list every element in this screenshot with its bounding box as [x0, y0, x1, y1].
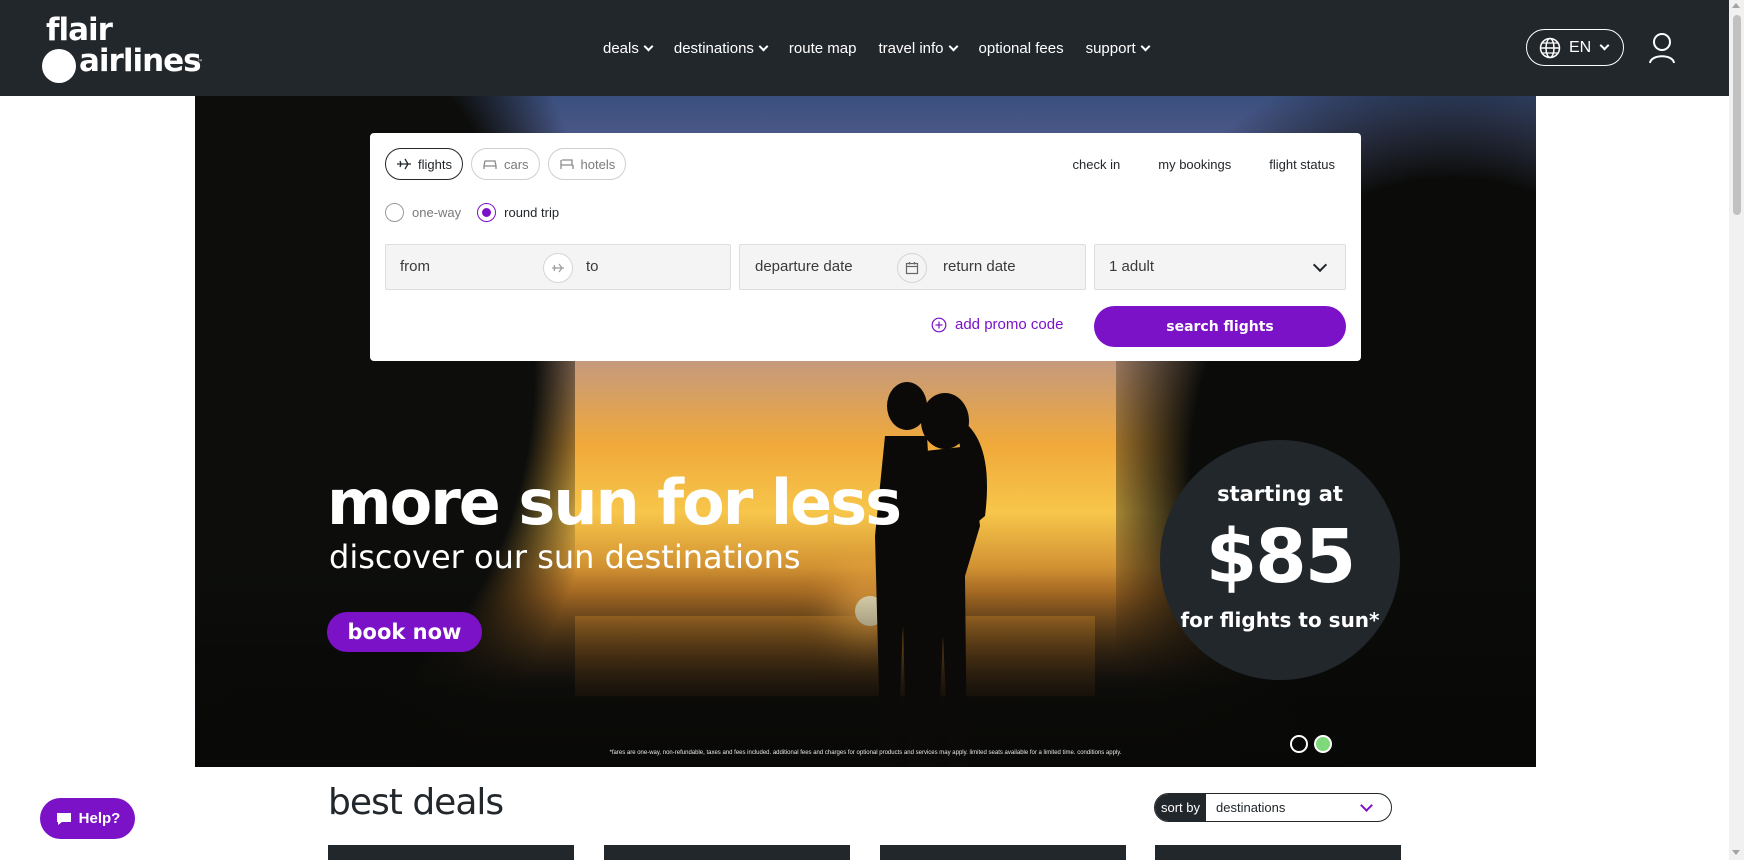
passengers-dropdown[interactable]: 1 adult: [1094, 244, 1346, 290]
main-nav: deals destinations route map travel info…: [603, 36, 1171, 60]
deal-card[interactable]: [880, 845, 1126, 860]
tab-hotels-label: hotels: [580, 156, 616, 172]
tab-cars-label: cars: [503, 156, 529, 172]
booking-quick-links: check in my bookings flight status: [1073, 157, 1335, 172]
calendar-glyph-icon: [905, 262, 919, 275]
nav-destinations-label: destinations: [673, 39, 754, 57]
car-icon: [483, 160, 497, 169]
chevron-down-icon: [948, 41, 958, 51]
chevron-down-icon: [758, 41, 769, 51]
one-way-label: one-way: [412, 205, 462, 220]
help-label: Help?: [78, 810, 121, 827]
user-icon: [1649, 33, 1675, 64]
nav-travel-info-label: travel info: [878, 39, 944, 57]
dates-field: departure date return date: [739, 244, 1086, 290]
account-button[interactable]: [1648, 32, 1676, 68]
nav-route-map-label: route map: [788, 39, 857, 57]
best-deals-heading: best deals: [328, 782, 504, 823]
tab-flights[interactable]: flights: [385, 148, 463, 180]
language-selector[interactable]: EN: [1526, 29, 1624, 66]
scroll-up-arrow-icon[interactable]: [1732, 3, 1740, 8]
chevron-down-icon: [1599, 40, 1610, 51]
hero-subheadline: discover our sun destinations: [329, 538, 801, 576]
booking-type-tabs: flights cars hotels: [385, 148, 627, 180]
chevron-down-icon: [1360, 799, 1373, 812]
deal-card[interactable]: [1155, 845, 1401, 860]
logo-dot: [42, 49, 76, 83]
round-trip-radio[interactable]: round trip: [477, 203, 559, 222]
scrollbar-thumb[interactable]: [1733, 15, 1741, 215]
globe-icon: [1539, 37, 1561, 58]
chevron-down-icon: [1312, 257, 1328, 273]
logo-trademark: ™: [197, 59, 203, 66]
badge-price: $85: [1205, 514, 1356, 600]
fare-disclaimer: *fares are one-way, non-refundable, taxe…: [609, 750, 1122, 756]
tab-hotels[interactable]: hotels: [547, 148, 627, 180]
chevron-down-icon: [643, 41, 654, 51]
tab-flights-label: flights: [418, 156, 452, 172]
one-way-radio[interactable]: one-way: [385, 203, 461, 222]
round-trip-label: round trip: [504, 205, 560, 220]
nav-support-label: support: [1085, 39, 1136, 57]
return-date-input[interactable]: return date: [943, 258, 1016, 275]
nav-optional-fees[interactable]: optional fees: [979, 36, 1064, 60]
plane-swap-icon: [552, 263, 564, 273]
departure-date-input[interactable]: departure date: [755, 258, 853, 275]
calendar-icon[interactable]: [897, 253, 927, 283]
trip-type-selector: one-way round trip: [385, 203, 559, 222]
passengers-value: 1 adult: [1109, 258, 1155, 275]
sort-by-label: sort by: [1155, 794, 1207, 821]
nav-deals[interactable]: deals: [603, 36, 654, 60]
promo-label: add promo code: [955, 316, 1064, 333]
add-promo-code-link[interactable]: add promo code: [931, 316, 1063, 333]
scroll-down-arrow-icon[interactable]: [1732, 850, 1740, 855]
swap-route-button[interactable]: [543, 253, 573, 283]
badge-flights-to-sun: for flights to sun*: [1180, 608, 1380, 632]
sort-by-dropdown[interactable]: sort by destinations: [1154, 793, 1392, 822]
nav-destinations[interactable]: destinations: [673, 36, 769, 60]
nav-support[interactable]: support: [1085, 36, 1151, 60]
help-chat-button[interactable]: Help?: [40, 798, 135, 839]
badge-starting-at: starting at: [1217, 482, 1343, 506]
top-navigation-bar: flair airlines ™ deals destinations rout…: [0, 0, 1729, 96]
sort-by-value: destinations: [1216, 800, 1286, 815]
deal-card[interactable]: [328, 845, 574, 860]
nav-optional-fees-label: optional fees: [978, 39, 1064, 57]
nav-route-map[interactable]: route map: [789, 36, 857, 60]
plus-circle-icon: [931, 317, 947, 332]
tab-cars[interactable]: cars: [470, 148, 540, 180]
from-input[interactable]: from: [400, 258, 430, 275]
nav-deals-label: deals: [603, 39, 639, 57]
logo-text-airlines: airlines: [79, 43, 202, 79]
radio-circle: [385, 203, 404, 222]
search-flights-button[interactable]: search flights: [1094, 306, 1346, 347]
flight-status-link[interactable]: flight status: [1269, 157, 1335, 172]
couple-silhouette-image: [875, 382, 987, 766]
check-in-link[interactable]: check in: [1073, 157, 1121, 172]
flight-search-card: flights cars hotels check in my bookings…: [370, 133, 1361, 361]
hero-headline: more sun for less: [327, 466, 902, 539]
radio-circle-selected: [477, 203, 497, 222]
deal-card[interactable]: [604, 845, 850, 860]
bed-icon: [559, 159, 574, 169]
flair-airlines-logo[interactable]: flair airlines ™: [42, 12, 203, 84]
plane-icon: [397, 158, 411, 170]
chat-bubble-icon: [56, 812, 71, 825]
to-input[interactable]: to: [586, 258, 599, 275]
my-bookings-link[interactable]: my bookings: [1158, 157, 1231, 172]
book-now-button[interactable]: book now: [327, 612, 482, 652]
language-label: EN: [1569, 38, 1592, 56]
price-badge: starting at $85 for flights to sun*: [1160, 440, 1400, 680]
nav-travel-info[interactable]: travel info: [878, 36, 958, 60]
route-field: from to: [385, 244, 731, 290]
chevron-down-icon: [1140, 41, 1151, 51]
